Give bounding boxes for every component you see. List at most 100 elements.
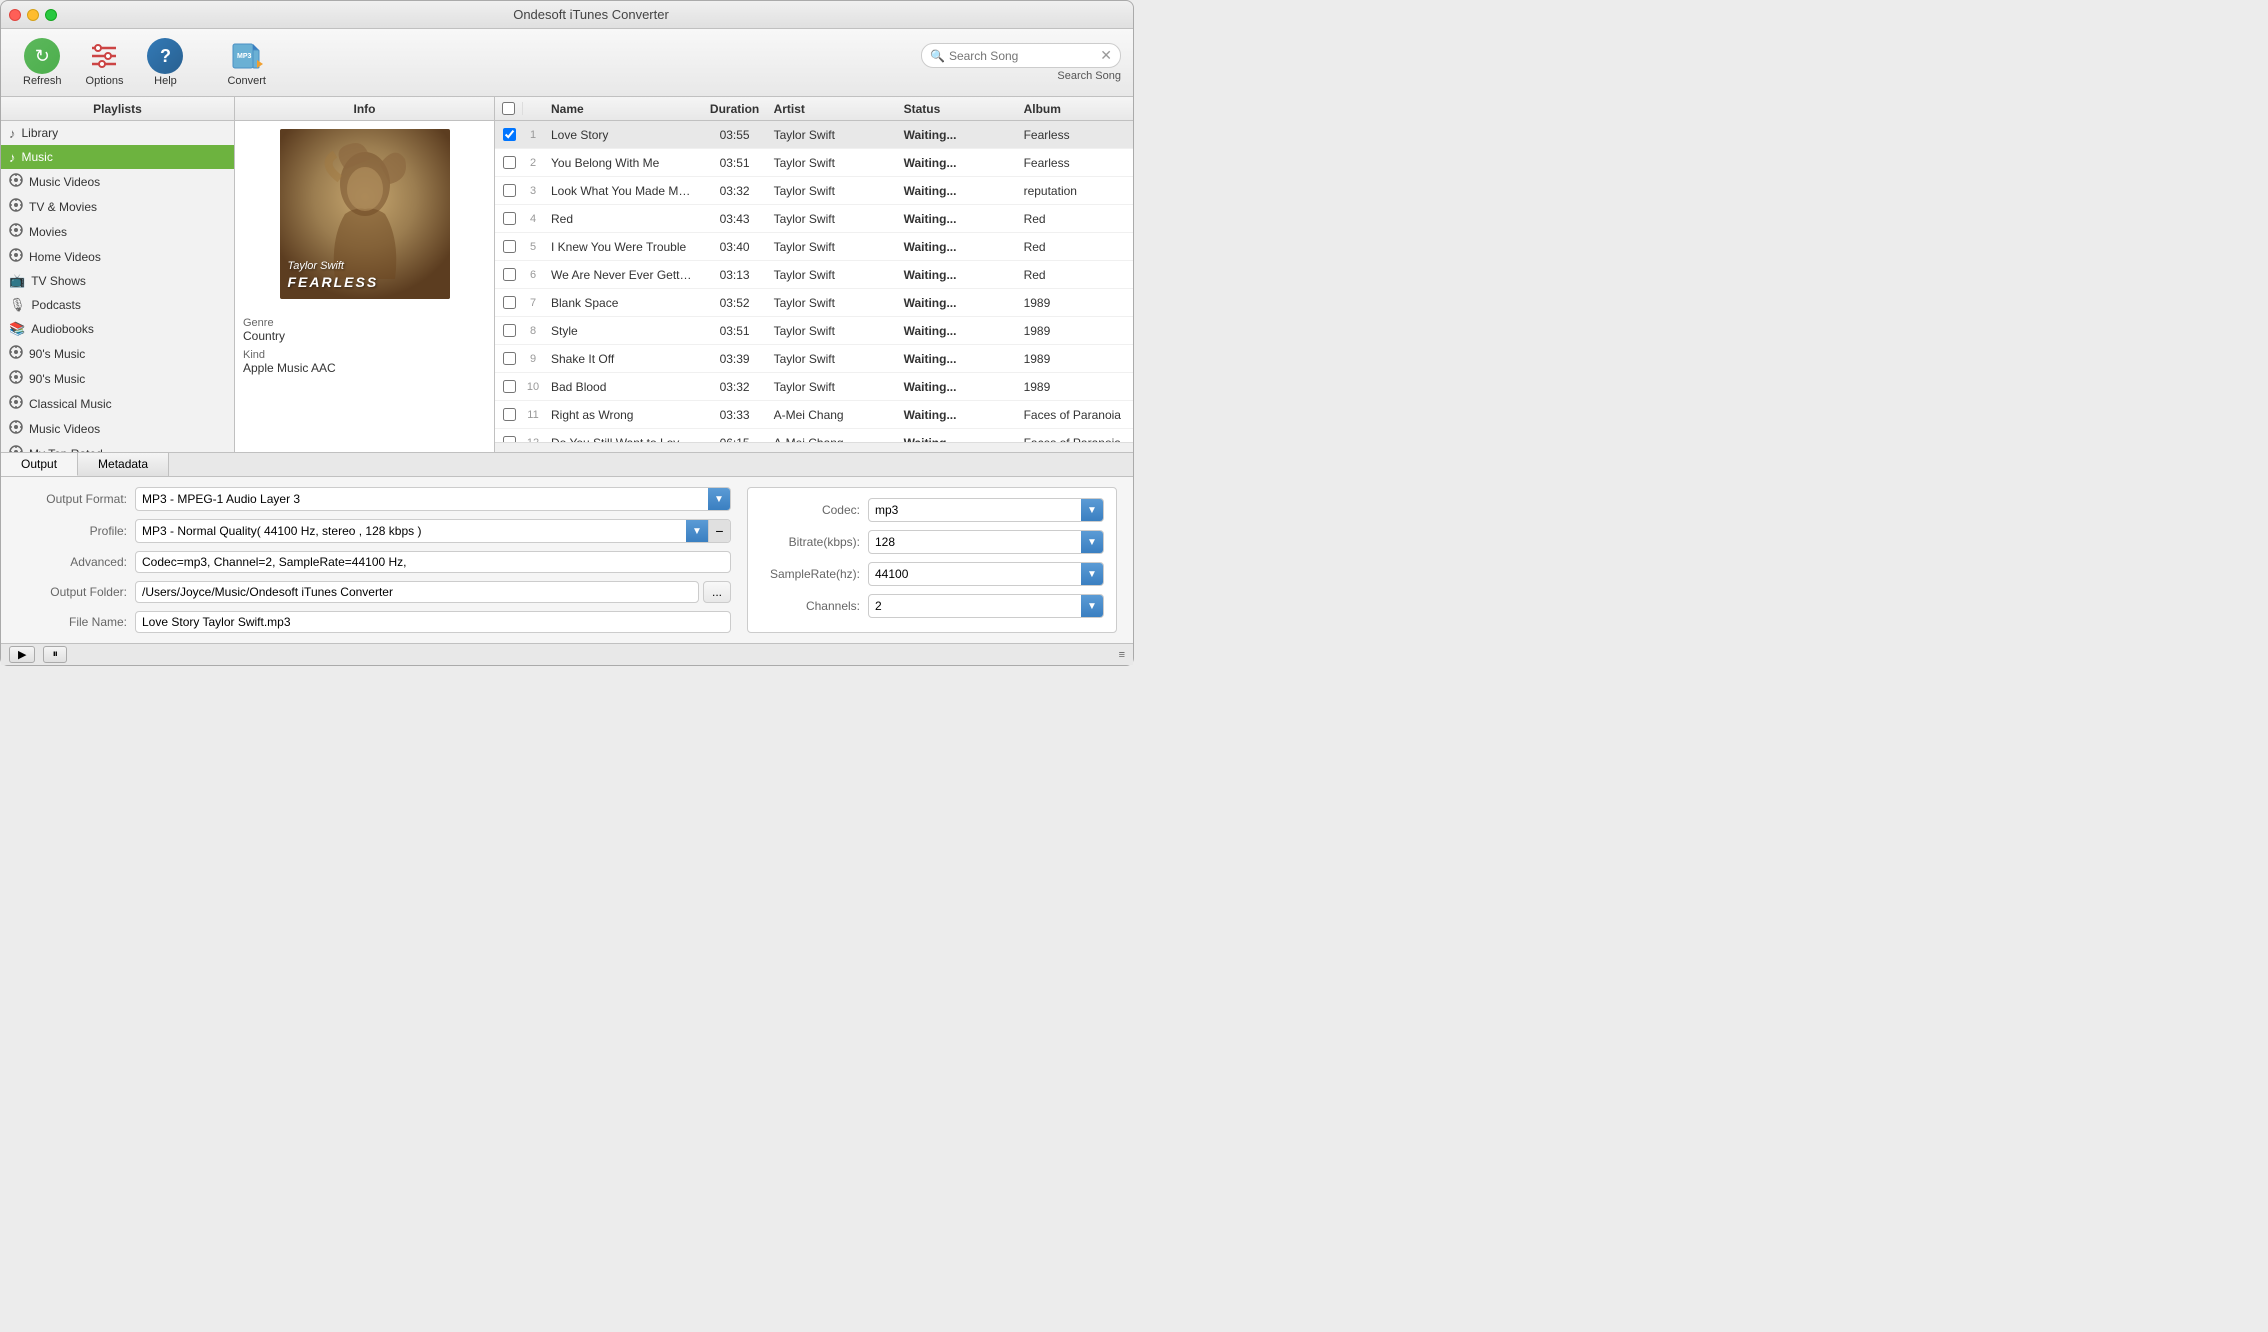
help-button[interactable]: ? Help: [137, 34, 193, 91]
track-album-8: 1989: [1020, 352, 1133, 366]
track-row[interactable]: 6 We Are Never Ever Getting Back Tog... …: [495, 261, 1133, 289]
track-check-2[interactable]: [495, 184, 523, 197]
track-check-3[interactable]: [495, 212, 523, 225]
track-checkbox-10[interactable]: [503, 408, 516, 421]
bottom-right-panel: Codec: mp3 ▼ Bitrate(kbps): 128 ▼ Sample…: [747, 487, 1117, 633]
output-folder-input[interactable]: [135, 581, 699, 603]
sidebar-item-home-videos[interactable]: Home Videos: [1, 244, 234, 269]
convert-label: Convert: [227, 75, 266, 87]
check-all-header[interactable]: [495, 102, 523, 115]
track-checkbox-9[interactable]: [503, 380, 516, 393]
track-row[interactable]: 12 Do You Still Want to Love Me 06:15 A-…: [495, 429, 1133, 442]
search-bar[interactable]: 🔍 ✕: [921, 43, 1121, 68]
kind-label: Kind: [243, 349, 486, 361]
track-album-2: reputation: [1020, 184, 1133, 198]
output-format-dropdown[interactable]: ▼: [708, 488, 730, 510]
browse-button[interactable]: ...: [703, 581, 731, 603]
track-artist-0: Taylor Swift: [770, 128, 900, 142]
profile-minus[interactable]: −: [708, 520, 730, 542]
sidebar-label-library: Library: [22, 126, 59, 140]
search-input[interactable]: [949, 49, 1096, 63]
track-status-10: Waiting...: [900, 408, 1020, 422]
track-row[interactable]: 4 Red 03:43 Taylor Swift Waiting... Red: [495, 205, 1133, 233]
sidebar-item-classical-music[interactable]: Classical Music: [1, 391, 234, 416]
track-check-4[interactable]: [495, 240, 523, 253]
sidebar-item-my-top-rated[interactable]: My Top Rated: [1, 441, 234, 452]
track-checkbox-2[interactable]: [503, 184, 516, 197]
sidebar-item-library[interactable]: ♪Library: [1, 121, 234, 145]
track-checkbox-3[interactable]: [503, 212, 516, 225]
track-row[interactable]: 2 You Belong With Me 03:51 Taylor Swift …: [495, 149, 1133, 177]
output-format-select[interactable]: MP3 - MPEG-1 Audio Layer 3 ▼: [135, 487, 731, 511]
clear-search-icon[interactable]: ✕: [1100, 47, 1112, 64]
minimize-button[interactable]: [27, 9, 39, 21]
bitrate-row: Bitrate(kbps): 128 ▼: [760, 530, 1104, 554]
bitrate-dropdown[interactable]: ▼: [1081, 531, 1103, 553]
profile-select[interactable]: MP3 - Normal Quality( 44100 Hz, stereo ,…: [135, 519, 731, 543]
channels-select[interactable]: 2 ▼: [868, 594, 1104, 618]
select-all-checkbox[interactable]: [502, 102, 515, 115]
codec-dropdown[interactable]: ▼: [1081, 499, 1103, 521]
sidebar-item-movies[interactable]: Movies: [1, 219, 234, 244]
album-header: Album: [1020, 102, 1133, 116]
track-check-0[interactable]: [495, 128, 523, 141]
samplerate-dropdown[interactable]: ▼: [1081, 563, 1103, 585]
track-checkbox-1[interactable]: [503, 156, 516, 169]
refresh-button[interactable]: ↻ Refresh: [13, 34, 72, 91]
channels-dropdown[interactable]: ▼: [1081, 595, 1103, 617]
track-row[interactable]: 8 Style 03:51 Taylor Swift Waiting... 19…: [495, 317, 1133, 345]
duration-header: Duration: [700, 102, 770, 116]
samplerate-select[interactable]: 44100 ▼: [868, 562, 1104, 586]
track-check-10[interactable]: [495, 408, 523, 421]
pause-button[interactable]: ⏸: [43, 646, 67, 663]
track-check-1[interactable]: [495, 156, 523, 169]
sidebar-item-music-videos-2[interactable]: Music Videos: [1, 416, 234, 441]
track-check-8[interactable]: [495, 352, 523, 365]
codec-value: mp3: [869, 500, 1081, 520]
sidebar-item-music[interactable]: ♪Music: [1, 145, 234, 169]
track-row[interactable]: 5 I Knew You Were Trouble 03:40 Taylor S…: [495, 233, 1133, 261]
codec-select[interactable]: mp3 ▼: [868, 498, 1104, 522]
track-check-9[interactable]: [495, 380, 523, 393]
close-button[interactable]: [9, 9, 21, 21]
maximize-button[interactable]: [45, 9, 57, 21]
sidebar-item-tv-shows[interactable]: 📺TV Shows: [1, 269, 234, 293]
sidebar-item-90s-music-2[interactable]: 90's Music: [1, 366, 234, 391]
track-row[interactable]: 1 Love Story 03:55 Taylor Swift Waiting.…: [495, 121, 1133, 149]
track-checkbox-5[interactable]: [503, 268, 516, 281]
profile-dropdown[interactable]: ▼: [686, 520, 708, 542]
play-button[interactable]: ▶: [9, 646, 35, 663]
track-row[interactable]: 11 Right as Wrong 03:33 A-Mei Chang Wait…: [495, 401, 1133, 429]
convert-button[interactable]: MP3 Convert: [217, 34, 276, 91]
track-row[interactable]: 7 Blank Space 03:52 Taylor Swift Waiting…: [495, 289, 1133, 317]
horizontal-scrollbar[interactable]: [495, 442, 1133, 452]
track-check-6[interactable]: [495, 296, 523, 309]
profile-value: MP3 - Normal Quality( 44100 Hz, stereo ,…: [136, 521, 686, 541]
file-name-input[interactable]: [135, 611, 731, 633]
sidebar-label-90s-music-2: 90's Music: [29, 372, 85, 386]
track-row[interactable]: 9 Shake It Off 03:39 Taylor Swift Waitin…: [495, 345, 1133, 373]
output-tab[interactable]: Output: [1, 453, 78, 476]
options-button[interactable]: Options: [76, 34, 134, 91]
metadata-tab[interactable]: Metadata: [78, 453, 169, 476]
sidebar-item-podcasts[interactable]: 🎙Podcasts: [1, 293, 234, 317]
sidebar-item-music-videos[interactable]: Music Videos: [1, 169, 234, 194]
playlists-header: Playlists: [1, 97, 235, 120]
sidebar-item-audiobooks[interactable]: 📚Audiobooks: [1, 317, 234, 341]
toolbar: ↻ Refresh Options ? Help: [1, 29, 1133, 97]
sidebar-label-tv-shows: TV Shows: [31, 274, 86, 288]
track-checkbox-4[interactable]: [503, 240, 516, 253]
track-checkbox-8[interactable]: [503, 352, 516, 365]
track-artist-9: Taylor Swift: [770, 380, 900, 394]
track-row[interactable]: 3 Look What You Made Me Do 03:32 Taylor …: [495, 177, 1133, 205]
track-check-7[interactable]: [495, 324, 523, 337]
sidebar-item-tv-movies[interactable]: TV & Movies: [1, 194, 234, 219]
track-checkbox-7[interactable]: [503, 324, 516, 337]
track-check-5[interactable]: [495, 268, 523, 281]
sidebar-item-90s-music-1[interactable]: 90's Music: [1, 341, 234, 366]
track-checkbox-6[interactable]: [503, 296, 516, 309]
bottom-left: Output Format: MP3 - MPEG-1 Audio Layer …: [17, 487, 731, 633]
bitrate-select[interactable]: 128 ▼: [868, 530, 1104, 554]
track-row[interactable]: 10 Bad Blood 03:32 Taylor Swift Waiting.…: [495, 373, 1133, 401]
track-checkbox-0[interactable]: [503, 128, 516, 141]
